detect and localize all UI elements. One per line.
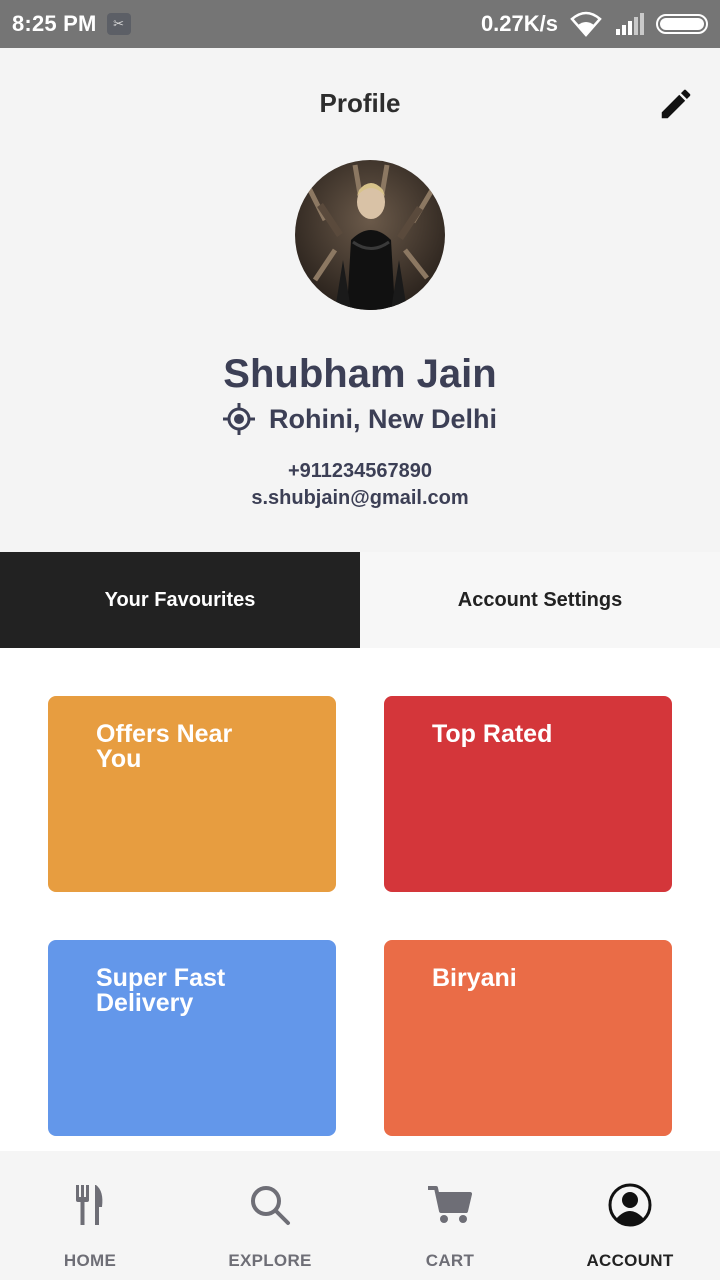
card-label: Top Rated (432, 720, 553, 748)
signal-icon (616, 13, 644, 35)
nav-home[interactable]: HOME (0, 1151, 180, 1280)
status-bar: 8:25 PM ✂ 0.27K/s (0, 0, 720, 48)
user-name: Shubham Jain (223, 352, 497, 396)
pencil-icon (661, 89, 691, 119)
status-time: 8:25 PM (12, 11, 97, 36)
nav-label: HOME (63, 1251, 117, 1270)
battery-level (660, 18, 704, 30)
location-row: Rohini, New Delhi (0, 403, 720, 435)
card-biryani[interactable]: Biryani (384, 940, 672, 1136)
nav-icon-wrap (608, 1183, 652, 1227)
notification-icon: ✂ (106, 13, 131, 35)
card-label: Offers Near You (96, 720, 233, 773)
search-icon (251, 1186, 290, 1225)
nav-icon-wrap (74, 1183, 106, 1227)
nav-explore[interactable]: EXPLORE (180, 1151, 360, 1280)
nav-label: ACCOUNT (586, 1251, 674, 1270)
page-title: Profile (319, 88, 401, 118)
avatar[interactable] (295, 160, 445, 310)
account-icon (608, 1183, 652, 1227)
edit-profile-button[interactable] (650, 78, 702, 130)
profile-header: Profile Shubham Jain Rohini, New Delhi +… (0, 48, 720, 552)
profile-tabs: Your Favourites Account Settings (0, 552, 720, 648)
cart-icon (428, 1186, 472, 1223)
tab-your-favourites[interactable]: Your Favourites (0, 552, 360, 648)
bottom-nav: HOME EXPLORE CART ACCOUNT (0, 1151, 720, 1280)
email-address: s.shubjain@gmail.com (251, 487, 469, 509)
status-left: 8:25 PM ✂ (12, 11, 131, 37)
card-offers-near-you[interactable]: Offers Near You (48, 696, 336, 892)
status-right: 0.27K/s (481, 11, 708, 37)
phone-number: +911234567890 (287, 460, 433, 482)
card-top-rated[interactable]: Top Rated (384, 696, 672, 892)
fork-knife-icon (76, 1185, 103, 1225)
nav-label: CART (425, 1251, 475, 1270)
network-speed: 0.27K/s (480, 11, 558, 36)
tab-account-settings[interactable]: Account Settings (360, 552, 720, 648)
nav-icon-wrap (428, 1183, 472, 1227)
nav-cart[interactable]: CART (360, 1151, 540, 1280)
nav-label: EXPLORE (228, 1251, 312, 1270)
location-target-icon (222, 403, 255, 435)
nav-icon-wrap (249, 1183, 291, 1227)
battery-icon (656, 14, 708, 34)
avatar-photo (295, 160, 445, 310)
card-label: Super Fast Delivery (96, 964, 226, 1017)
card-label: Biryani (432, 964, 517, 992)
wifi-icon (570, 11, 602, 37)
nav-account[interactable]: ACCOUNT (540, 1151, 720, 1280)
card-super-fast-delivery[interactable]: Super Fast Delivery (48, 940, 336, 1136)
location-text: Rohini, New Delhi (268, 403, 497, 434)
